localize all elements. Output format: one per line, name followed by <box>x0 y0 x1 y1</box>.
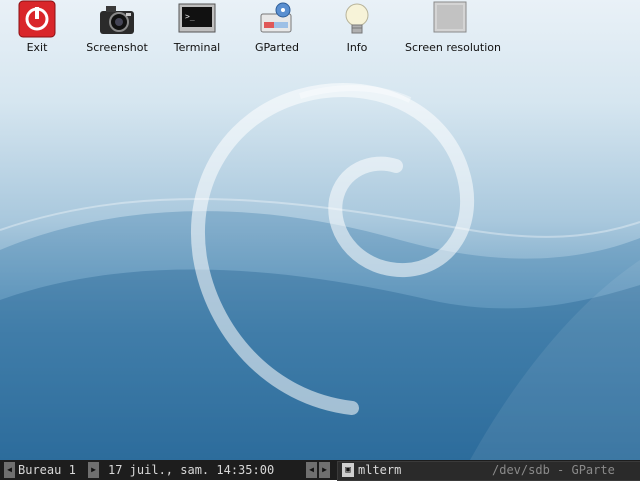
gparted-label: GParted <box>255 41 299 54</box>
task-list: ▣ mlterm /dev/sdb - GParte <box>337 461 640 481</box>
screenshot-label: Screenshot <box>86 41 148 54</box>
lightbulb-icon <box>345 3 369 34</box>
workspace-name[interactable]: Bureau 1 <box>18 462 76 478</box>
task-scroll-left-arrow[interactable]: ◀ <box>306 462 317 478</box>
debian-swirl-logo <box>190 83 474 415</box>
screen-resolution-label: Screen resolution <box>405 41 501 54</box>
prev-workspace-arrow[interactable]: ◀ <box>4 462 15 478</box>
terminal-label: Terminal <box>173 41 221 54</box>
clock: 17 juil., sam. 14:35:00 <box>108 463 275 477</box>
camera-icon <box>100 6 134 34</box>
monitor-icon <box>433 1 467 33</box>
gparted-icon <box>260 2 292 33</box>
svg-text:>_: >_ <box>185 12 195 21</box>
desktop-icon-bar: Exit Screenshot >_ Terminal GParted Info… <box>0 0 640 60</box>
exit-icon <box>18 0 56 38</box>
info-label: Info <box>346 41 368 54</box>
task-gparted[interactable]: /dev/sdb - GParte <box>492 462 615 478</box>
exit-label: Exit <box>26 41 48 54</box>
taskbar: ◀ Bureau 1 ▶ 17 juil., sam. 14:35:00 ◀ ▶… <box>0 460 640 481</box>
mlterm-icon: ▣ <box>342 463 354 477</box>
desktop-wallpaper: Exit Screenshot >_ Terminal GParted Info… <box>0 0 640 460</box>
next-workspace-arrow[interactable]: ▶ <box>88 462 99 478</box>
task-scroll-right-arrow[interactable]: ▶ <box>319 462 330 478</box>
terminal-icon: >_ <box>178 3 216 33</box>
task-mlterm[interactable]: mlterm <box>358 462 401 478</box>
